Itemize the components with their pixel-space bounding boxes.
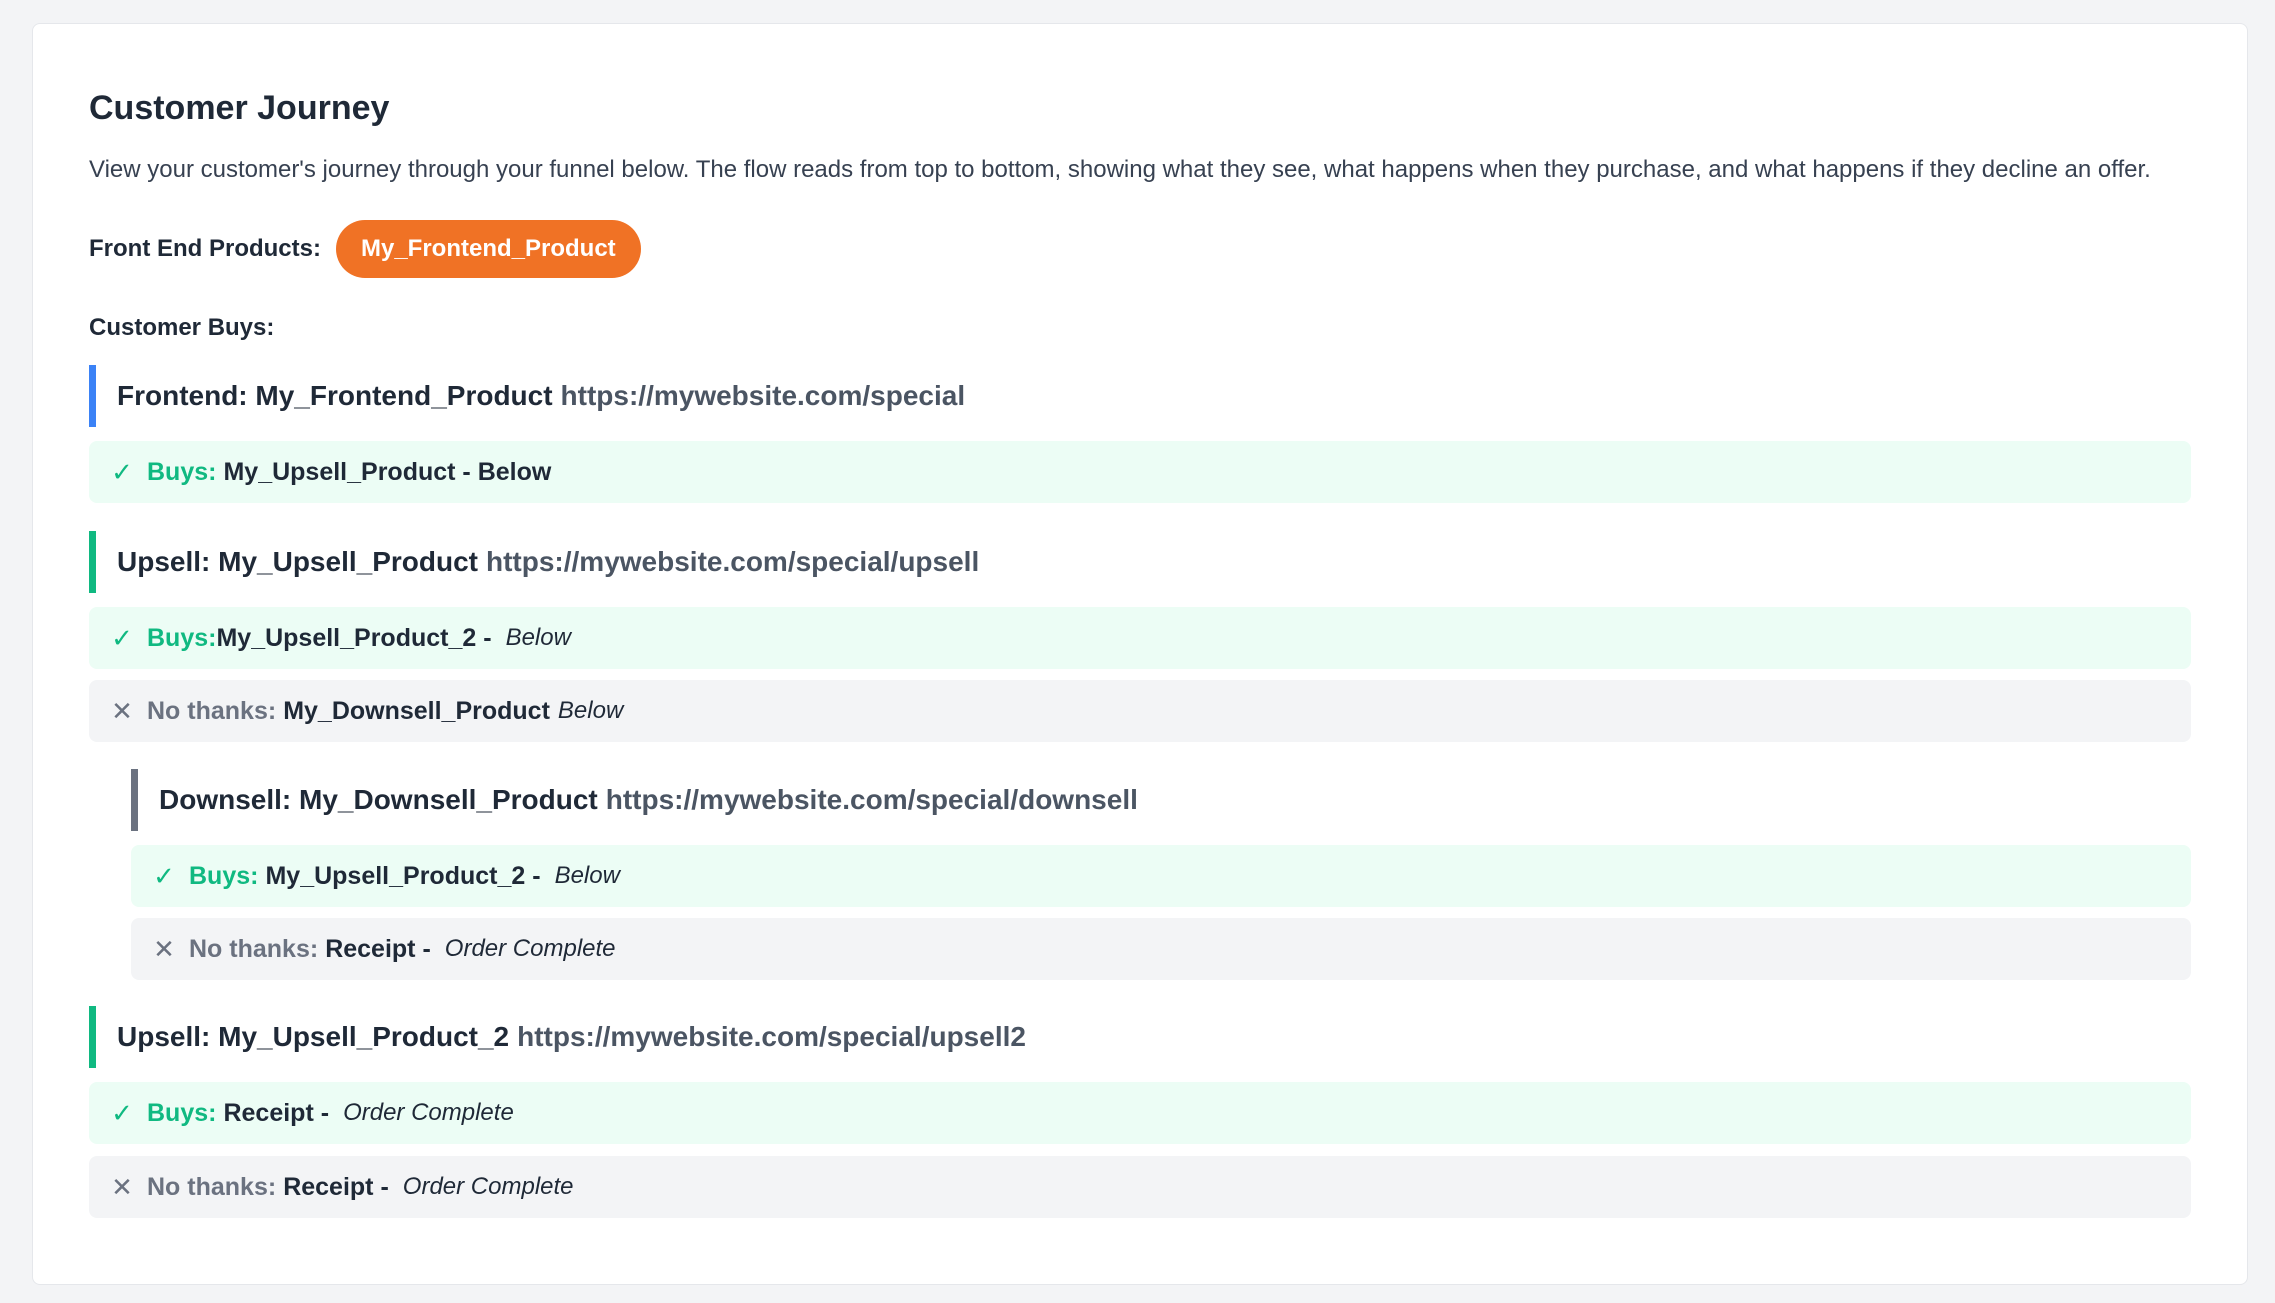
buy-destination: Order Complete xyxy=(343,1099,514,1126)
check-icon: ✓ xyxy=(111,456,133,487)
front-end-product-pill[interactable]: My_Frontend_Product xyxy=(335,220,641,278)
downsell-branch: Downsell: My_Downsell_Product https://my… xyxy=(131,769,2191,980)
x-icon: ✕ xyxy=(111,1171,133,1202)
step-frontend: Frontend: My_Frontend_Product https://my… xyxy=(89,365,2191,427)
check-icon: ✓ xyxy=(153,860,175,891)
buy-target: Receipt - xyxy=(223,1098,330,1127)
downsell-buy-row: ✓ Buys: My_Upsell_Product_2 - Below xyxy=(131,845,2191,907)
step-frontend-url[interactable]: https://mywebsite.com/special xyxy=(561,380,966,412)
upsell-2-buy-row: ✓ Buys: Receipt - Order Complete xyxy=(89,1082,2191,1144)
buy-label: Buys: xyxy=(189,861,259,890)
customer-buys-label: Customer Buys: xyxy=(89,314,275,341)
upsell-1-buy-row: ✓ Buys: My_Upsell_Product_2 - Below xyxy=(89,607,2191,669)
step-upsell-1-title: Upsell: My_Upsell_Product xyxy=(117,546,478,577)
no-thanks-destination: Order Complete xyxy=(444,935,616,962)
page-description: View your customer's journey through you… xyxy=(89,156,2151,183)
page-title: Customer Journey xyxy=(89,89,390,127)
upsell-1-no-row: ✕ No thanks: My_Downsell_Product Below xyxy=(89,680,2191,742)
step-upsell-2: Upsell: My_Upsell_Product_2 https://mywe… xyxy=(89,1006,2191,1068)
step-upsell-2-title: Upsell: My_Upsell_Product_2 xyxy=(117,1021,510,1052)
step-upsell-1-url[interactable]: https://mywebsite.com/special/upsell xyxy=(486,546,979,578)
buy-destination: Below xyxy=(505,624,571,651)
front-end-products-label: Front End Products: xyxy=(89,235,321,262)
no-thanks-target: My_Downsell_Product xyxy=(283,696,550,725)
buy-target: My_Upsell_Product - Below xyxy=(223,457,552,486)
no-thanks-destination: Order Complete xyxy=(402,1173,574,1200)
buy-label: Buys: xyxy=(147,457,217,486)
step-upsell-1: Upsell: My_Upsell_Product https://mywebs… xyxy=(89,531,2191,593)
step-upsell-2-url[interactable]: https://mywebsite.com/special/upsell2 xyxy=(517,1021,1026,1053)
step-downsell-url[interactable]: https://mywebsite.com/special/downsell xyxy=(606,784,1138,816)
buy-destination: Below xyxy=(554,862,620,889)
x-icon: ✕ xyxy=(111,695,133,726)
buy-label: Buys: xyxy=(147,1098,217,1127)
downsell-no-row: ✕ No thanks: Receipt - Order Complete xyxy=(131,918,2191,980)
no-thanks-label: No thanks: xyxy=(189,934,319,963)
x-icon: ✕ xyxy=(153,933,175,964)
buy-target: My_Upsell_Product_2 - xyxy=(216,623,492,652)
step-frontend-title: Frontend: My_Frontend_Product xyxy=(117,380,553,411)
no-thanks-destination: Below xyxy=(557,697,624,724)
no-thanks-target: Receipt - xyxy=(325,934,431,963)
step-downsell: Downsell: My_Downsell_Product https://my… xyxy=(131,769,2191,831)
check-icon: ✓ xyxy=(111,1097,133,1128)
no-thanks-label: No thanks: xyxy=(147,1172,277,1201)
check-icon: ✓ xyxy=(111,622,133,653)
customer-journey-card: Customer Journey View your customer's jo… xyxy=(32,23,2248,1285)
buy-label: Buys: xyxy=(147,623,217,652)
upsell-2-no-row: ✕ No thanks: Receipt - Order Complete xyxy=(89,1156,2191,1218)
front-end-products-row: Front End Products: My_Frontend_Product xyxy=(89,220,2191,278)
step-downsell-title: Downsell: My_Downsell_Product xyxy=(159,784,598,815)
frontend-buy-row: ✓ Buys: My_Upsell_Product - Below xyxy=(89,441,2191,503)
buy-target: My_Upsell_Product_2 - xyxy=(265,861,541,890)
no-thanks-label: No thanks: xyxy=(147,696,277,725)
no-thanks-target: Receipt - xyxy=(283,1172,389,1201)
